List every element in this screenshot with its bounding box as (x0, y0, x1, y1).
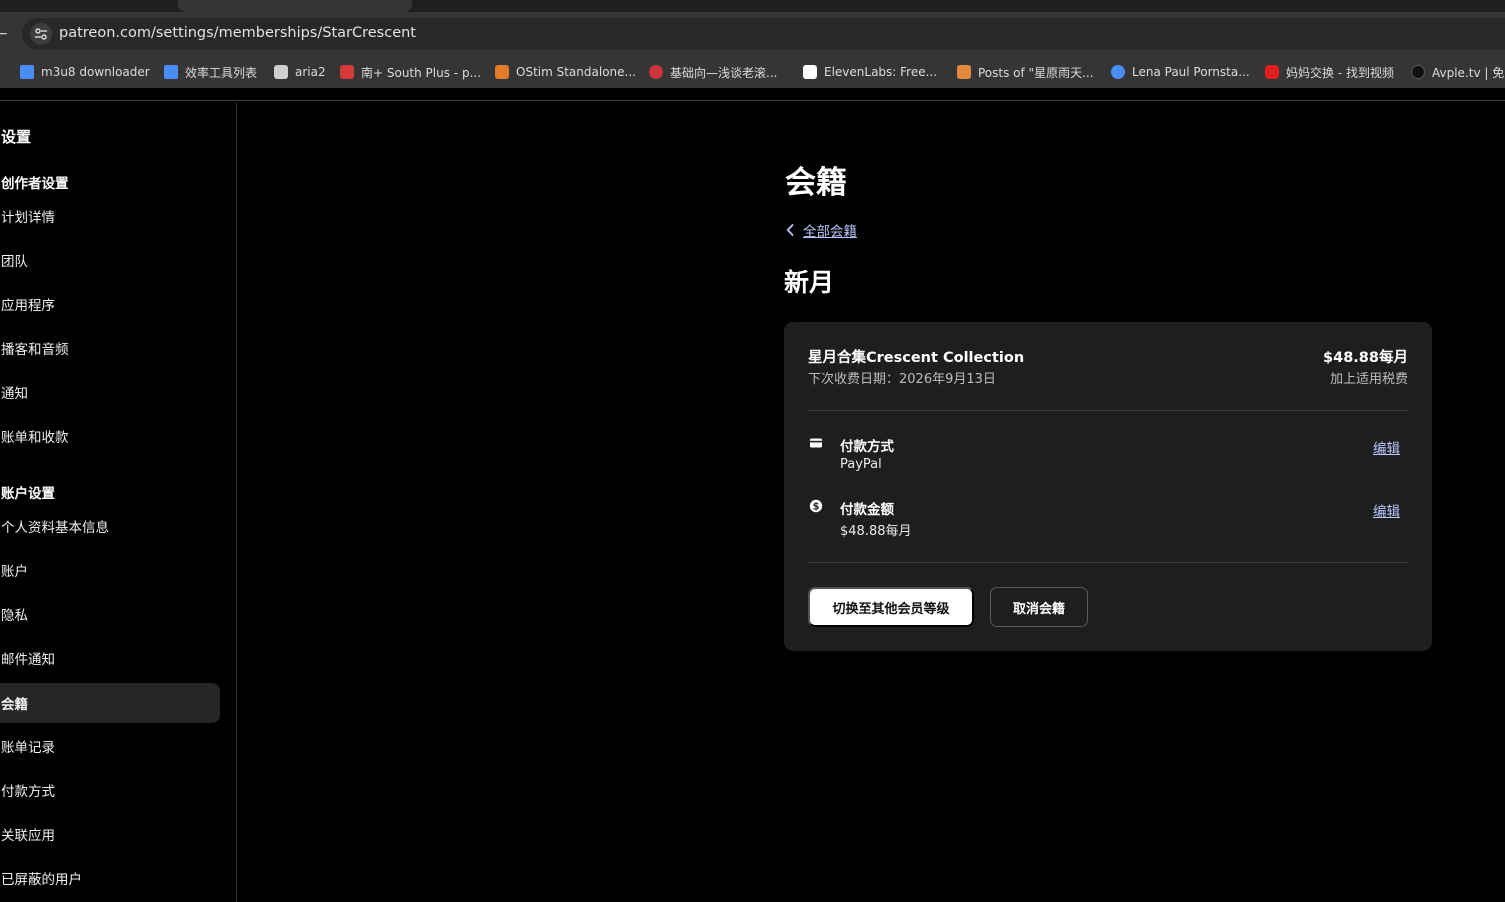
page-title: 会籍 (785, 165, 847, 201)
sidebar-item-connected-apps[interactable]: 关联应用 (0, 814, 220, 854)
sidebar-item-billing-history[interactable]: 账单记录 (0, 726, 220, 766)
apple-icon (1411, 65, 1425, 79)
plan-price: $48.88每月 (1323, 350, 1408, 366)
sidebar-item-privacy[interactable]: 隐私 (0, 594, 220, 634)
sidebar-item-email-notifications[interactable]: 邮件通知 (0, 638, 220, 678)
back-arrow-icon[interactable]: ← (0, 26, 8, 42)
sidebar-item-notifications[interactable]: 通知 (0, 372, 220, 412)
edit-payment-amount-link[interactable]: 编辑 (1373, 500, 1400, 520)
rocket-icon (164, 65, 178, 79)
sidebar-item-podcast-audio[interactable]: 播客和音频 (0, 328, 220, 368)
settings-sidebar: 设置 创作者设置 计划详情 团队 应用程序 播客和音频 通知 账单和收款 账户设… (0, 102, 237, 902)
bookmark[interactable]: OStim Standalone... (495, 64, 636, 80)
bookmark[interactable]: Posts of "星原雨天... (957, 64, 1094, 80)
tier-heading: 新月 (784, 268, 835, 297)
credit-card-icon (810, 438, 822, 448)
bookmark[interactable]: m3u8 downloader (20, 64, 150, 80)
ball-icon (649, 65, 663, 79)
sidebar-title: 设置 (1, 128, 32, 146)
payment-method-label: 付款方式 (840, 439, 894, 455)
active-tab[interactable] (178, 0, 412, 12)
sidebar-item-memberships[interactable]: 会籍 (0, 683, 220, 723)
all-memberships-link[interactable]: 全部会籍 (786, 220, 857, 240)
bookmarks-bar: m3u8 downloader 效率工具列表 aria2 南+ South Pl… (0, 56, 1505, 88)
chevron-left-icon (786, 224, 794, 236)
tax-note: 加上适用税费 (1329, 372, 1408, 387)
dollar-coin-icon: $ (809, 499, 823, 512)
divider (808, 562, 1408, 563)
fox-icon (957, 65, 971, 79)
bookmark[interactable]: 基础向—浅谈老滚... (649, 64, 777, 80)
sidebar-item-plan-details[interactable]: 计划详情 (0, 196, 220, 236)
payment-amount-label: 付款金额 (840, 502, 894, 518)
tab-strip (0, 0, 1505, 12)
edit-payment-method-link[interactable]: 编辑 (1373, 437, 1400, 457)
browser-toolbar: ← patreon.com/settings/memberships/StarC… (0, 12, 1505, 56)
sidebar-item-apps[interactable]: 应用程序 (0, 284, 220, 324)
play-icon (1265, 65, 1279, 79)
chrome-separator (0, 88, 1505, 101)
ostim-icon (495, 65, 509, 79)
bookmark[interactable]: ElevenLabs: Free... (803, 64, 937, 80)
bookmark[interactable]: 妈妈交换 - 找到视频 (1265, 64, 1394, 80)
url-text[interactable]: patreon.com/settings/memberships/StarCre… (59, 25, 416, 41)
sidebar-item-payment-methods[interactable]: 付款方式 (0, 770, 220, 810)
bookmark[interactable]: Avple.tv | 免费 (1411, 64, 1505, 80)
account-settings-heading: 账户设置 (1, 486, 55, 502)
bookmark[interactable]: aria2 (274, 64, 326, 80)
bookmark[interactable]: 效率工具列表 (164, 64, 257, 80)
sidebar-item-blocked-users[interactable]: 已屏蔽的用户 (0, 858, 220, 898)
sidebar-item-account[interactable]: 账户 (0, 550, 220, 590)
site-settings-icon[interactable] (30, 23, 52, 45)
rocket-icon (20, 65, 34, 79)
aria2-icon (274, 65, 288, 79)
cancel-membership-button[interactable]: 取消会籍 (990, 587, 1088, 627)
payment-method-value: PayPal (840, 457, 882, 472)
bookmark[interactable]: Lena Paul Pornsta... (1111, 64, 1250, 80)
address-bar[interactable]: patreon.com/settings/memberships/StarCre… (22, 18, 1505, 50)
sidebar-item-team[interactable]: 团队 (0, 240, 220, 280)
membership-card: 星月合集Crescent Collection 下次收费日期：2026年9月13… (784, 322, 1432, 651)
sidebar-item-profile-basics[interactable]: 个人资料基本信息 (0, 506, 220, 546)
payment-amount-value: $48.88每月 (840, 524, 912, 539)
plan-name: 星月合集Crescent Collection (808, 350, 1025, 366)
divider (808, 410, 1408, 411)
sidebar-item-billing-payouts[interactable]: 账单和收款 (0, 416, 220, 456)
x-circle-icon (1111, 65, 1125, 79)
svg-text:$: $ (813, 501, 820, 512)
creator-settings-heading: 创作者设置 (1, 176, 69, 192)
next-billing-date: 下次收费日期：2026年9月13日 (808, 372, 996, 387)
southplus-icon (340, 65, 354, 79)
switch-tier-button[interactable]: 切换至其他会员等级 (808, 587, 974, 627)
bookmark[interactable]: 南+ South Plus - p... (340, 64, 481, 80)
elevenlabs-icon (803, 65, 817, 79)
